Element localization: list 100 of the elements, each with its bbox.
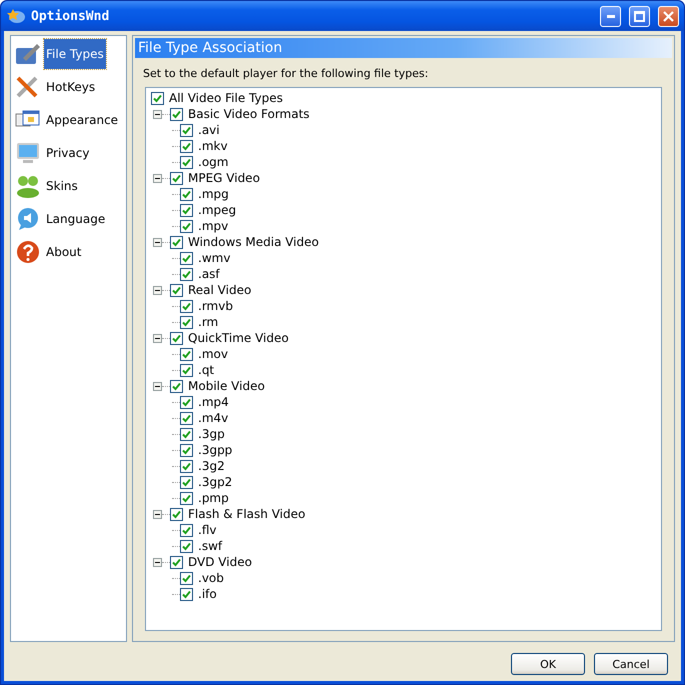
checkbox[interactable] xyxy=(180,204,193,216)
minimize-button[interactable] xyxy=(600,6,621,26)
minus-icon xyxy=(155,176,160,180)
collapse-toggle[interactable] xyxy=(153,382,162,390)
tree-item[interactable]: MPEG Video xyxy=(188,171,260,185)
sidebar-item[interactable]: File Types xyxy=(44,39,106,69)
sidebar-item[interactable]: HotKeys xyxy=(44,72,98,102)
checkbox[interactable] xyxy=(170,332,183,344)
monitor-icon xyxy=(15,141,41,165)
tree-item[interactable]: .rmvb xyxy=(198,299,233,313)
checkbox[interactable] xyxy=(180,524,193,536)
tree-item[interactable]: .mpg xyxy=(198,187,229,201)
question-icon xyxy=(15,240,41,264)
pencil-icon xyxy=(15,42,41,66)
tree-item[interactable]: .3g2 xyxy=(198,459,225,473)
close-button[interactable] xyxy=(658,6,679,26)
tree-item[interactable]: .qt xyxy=(198,363,214,377)
collapse-toggle[interactable] xyxy=(153,286,162,294)
minus-icon xyxy=(155,240,160,244)
minimize-icon xyxy=(606,14,614,18)
minus-icon xyxy=(155,112,160,116)
collapse-toggle[interactable] xyxy=(153,110,162,118)
collapse-toggle[interactable] xyxy=(153,510,162,518)
collapse-toggle[interactable] xyxy=(153,334,162,342)
tree-item[interactable]: .vob xyxy=(198,571,224,585)
tree-item[interactable]: .mpeg xyxy=(198,203,236,217)
checkbox[interactable] xyxy=(180,396,193,408)
minus-icon xyxy=(155,288,160,292)
window-title: OptionsWnd xyxy=(31,8,110,24)
sidebar-item[interactable]: Skins xyxy=(44,171,80,201)
checkbox[interactable] xyxy=(180,492,193,504)
close-icon xyxy=(663,10,674,22)
tree-item[interactable]: Windows Media Video xyxy=(188,235,319,249)
tree-item[interactable]: .mp4 xyxy=(198,395,229,409)
speech-bubble-icon xyxy=(15,207,41,231)
checkbox[interactable] xyxy=(151,92,164,104)
minus-icon xyxy=(155,560,160,564)
checkbox[interactable] xyxy=(180,188,193,200)
tree-item[interactable]: All Video File Types xyxy=(169,91,283,105)
tree-item[interactable]: Mobile Video xyxy=(188,379,265,393)
checkbox[interactable] xyxy=(180,316,193,328)
sidebar-item[interactable]: Appearance xyxy=(44,105,120,135)
checkbox[interactable] xyxy=(170,108,183,120)
checkbox[interactable] xyxy=(170,508,183,520)
checkbox[interactable] xyxy=(170,236,183,248)
checkbox[interactable] xyxy=(180,156,193,168)
app-icon xyxy=(7,8,25,24)
tree-item[interactable]: .flv xyxy=(198,523,216,537)
checkbox[interactable] xyxy=(180,220,193,232)
tree-item[interactable]: .3gpp xyxy=(198,443,232,457)
checkbox[interactable] xyxy=(180,412,193,424)
tree-item[interactable]: .avi xyxy=(198,123,220,137)
tree-item[interactable]: Flash & Flash Video xyxy=(188,507,306,521)
tree-item[interactable]: .mov xyxy=(198,347,228,361)
checkbox[interactable] xyxy=(180,268,193,280)
tree-item[interactable]: .3gp2 xyxy=(198,475,232,489)
tree-item[interactable]: .m4v xyxy=(198,411,228,425)
collapse-toggle[interactable] xyxy=(153,558,162,566)
tree-item[interactable]: DVD Video xyxy=(188,555,252,569)
minus-icon xyxy=(155,512,160,516)
tree-item[interactable]: .mpv xyxy=(198,219,228,233)
tree-item[interactable]: .wmv xyxy=(198,251,230,265)
checkbox[interactable] xyxy=(180,300,193,312)
checkbox[interactable] xyxy=(180,476,193,488)
tree-item[interactable]: .mkv xyxy=(198,139,228,153)
tree-item[interactable]: .asf xyxy=(198,267,220,281)
maximize-button[interactable] xyxy=(629,6,650,26)
sidebar-item[interactable]: About xyxy=(44,237,84,267)
checkbox[interactable] xyxy=(170,172,183,184)
cancel-button[interactable]: Cancel xyxy=(594,653,668,675)
checkbox[interactable] xyxy=(180,588,193,600)
tree-item[interactable]: .pmp xyxy=(198,491,229,505)
checkbox[interactable] xyxy=(170,556,183,568)
checkbox[interactable] xyxy=(180,428,193,440)
tree-item[interactable]: Real Video xyxy=(188,283,252,297)
collapse-toggle[interactable] xyxy=(153,238,162,246)
checkbox[interactable] xyxy=(180,140,193,152)
people-icon xyxy=(15,174,41,198)
checkbox[interactable] xyxy=(180,540,193,552)
checkbox[interactable] xyxy=(180,124,193,136)
checkbox[interactable] xyxy=(170,380,183,392)
checkbox[interactable] xyxy=(180,572,193,584)
checkbox[interactable] xyxy=(180,364,193,376)
checkbox[interactable] xyxy=(180,252,193,264)
tree-item[interactable]: Basic Video Formats xyxy=(188,107,310,121)
tree-item[interactable]: .rm xyxy=(198,315,218,329)
ok-button[interactable]: OK xyxy=(511,653,585,675)
sidebar-item[interactable]: Language xyxy=(44,204,108,234)
tree-item[interactable]: .ogm xyxy=(198,155,228,169)
tree-item[interactable]: .ifo xyxy=(198,587,217,601)
tree-item[interactable]: .3gp xyxy=(198,427,225,441)
tree-item[interactable]: QuickTime Video xyxy=(188,331,289,345)
sidebar-item[interactable]: Privacy xyxy=(44,138,92,168)
tree-item[interactable]: .swf xyxy=(198,539,222,553)
checkbox[interactable] xyxy=(170,284,183,296)
checkbox[interactable] xyxy=(180,444,193,456)
collapse-toggle[interactable] xyxy=(153,174,162,182)
panel-description: Set to the default player for the following file types: xyxy=(143,67,430,80)
checkbox[interactable] xyxy=(180,348,193,360)
checkbox[interactable] xyxy=(180,460,193,472)
